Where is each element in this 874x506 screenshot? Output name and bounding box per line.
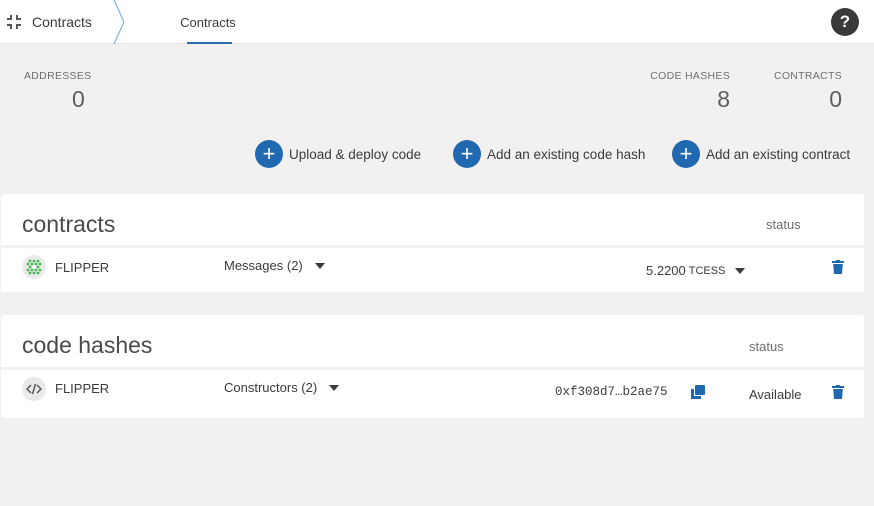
row-divider bbox=[1, 367, 864, 370]
row-divider bbox=[1, 245, 864, 248]
constructors-label: Constructors (2) bbox=[224, 380, 318, 395]
balance-value: 5.2200 bbox=[646, 263, 686, 278]
add-contract-label: Add an existing contract bbox=[706, 146, 851, 162]
menu-label: Contracts bbox=[32, 14, 92, 30]
code-hash-status: Available bbox=[749, 387, 802, 402]
contract-menu-icon bbox=[7, 15, 21, 29]
plus-icon: + bbox=[453, 140, 481, 168]
copy-icon[interactable] bbox=[691, 385, 705, 399]
plus-icon: + bbox=[255, 140, 283, 168]
stat-contracts-label: CONTRACTS bbox=[773, 70, 842, 82]
caret-down-icon bbox=[735, 267, 746, 274]
stat-contracts: CONTRACTS 0 bbox=[774, 70, 842, 113]
trash-icon[interactable] bbox=[832, 385, 844, 399]
contracts-title: contracts bbox=[22, 211, 116, 237]
active-tab-indicator bbox=[187, 42, 232, 44]
stat-addresses-label: ADDRESSES bbox=[24, 70, 92, 82]
code-hashes-title: code hashes bbox=[22, 332, 153, 358]
upload-deploy-button[interactable]: + Upload & deploy code bbox=[255, 140, 421, 168]
messages-label: Messages (2) bbox=[224, 258, 303, 273]
messages-dropdown[interactable]: Messages (2) bbox=[224, 258, 325, 273]
constructors-dropdown[interactable]: Constructors (2) bbox=[224, 380, 340, 395]
add-contract-button[interactable]: + Add an existing contract bbox=[672, 140, 850, 168]
caret-down-icon bbox=[314, 262, 325, 269]
code-hash-value: 0xf308d7…b2ae75 bbox=[555, 385, 668, 399]
top-bar: Contracts Contracts ? bbox=[0, 0, 874, 44]
contracts-section: contracts status FLIPPER Messages (2) 5.… bbox=[1, 194, 864, 292]
help-icon[interactable]: ? bbox=[831, 8, 859, 36]
stat-addresses: ADDRESSES 0 bbox=[24, 70, 91, 113]
code-icon bbox=[22, 377, 46, 401]
stat-code-hashes: CODE HASHES 8 bbox=[650, 70, 730, 113]
add-code-hash-label: Add an existing code hash bbox=[487, 146, 646, 162]
add-code-hash-button[interactable]: + Add an existing code hash bbox=[453, 140, 645, 168]
contracts-status-header: status bbox=[766, 217, 801, 232]
balance-unit: TCESS bbox=[688, 264, 726, 277]
stat-addresses-value: 0 bbox=[72, 86, 85, 112]
caret-down-icon bbox=[329, 384, 340, 391]
code-hashes-section: code hashes status FLIPPER Constructors … bbox=[1, 315, 864, 418]
tab-contracts[interactable]: Contracts bbox=[173, 0, 243, 44]
breadcrumb-chevron-icon bbox=[113, 0, 125, 44]
trash-icon[interactable] bbox=[832, 260, 844, 274]
contracts-menu-item[interactable]: Contracts bbox=[0, 0, 92, 44]
balance-dropdown[interactable]: 5.2200 TCESS bbox=[646, 263, 746, 278]
upload-deploy-label: Upload & deploy code bbox=[289, 146, 422, 162]
stat-code-hashes-value: 8 bbox=[717, 86, 730, 112]
code-hashes-status-header: status bbox=[749, 339, 784, 354]
code-hash-name: FLIPPER bbox=[55, 381, 110, 396]
plus-icon: + bbox=[672, 140, 700, 168]
identicon-icon[interactable] bbox=[22, 255, 46, 279]
contract-name: FLIPPER bbox=[55, 260, 110, 275]
stat-contracts-value: 0 bbox=[829, 86, 842, 112]
stat-code-hashes-label: CODE HASHES bbox=[650, 70, 730, 82]
